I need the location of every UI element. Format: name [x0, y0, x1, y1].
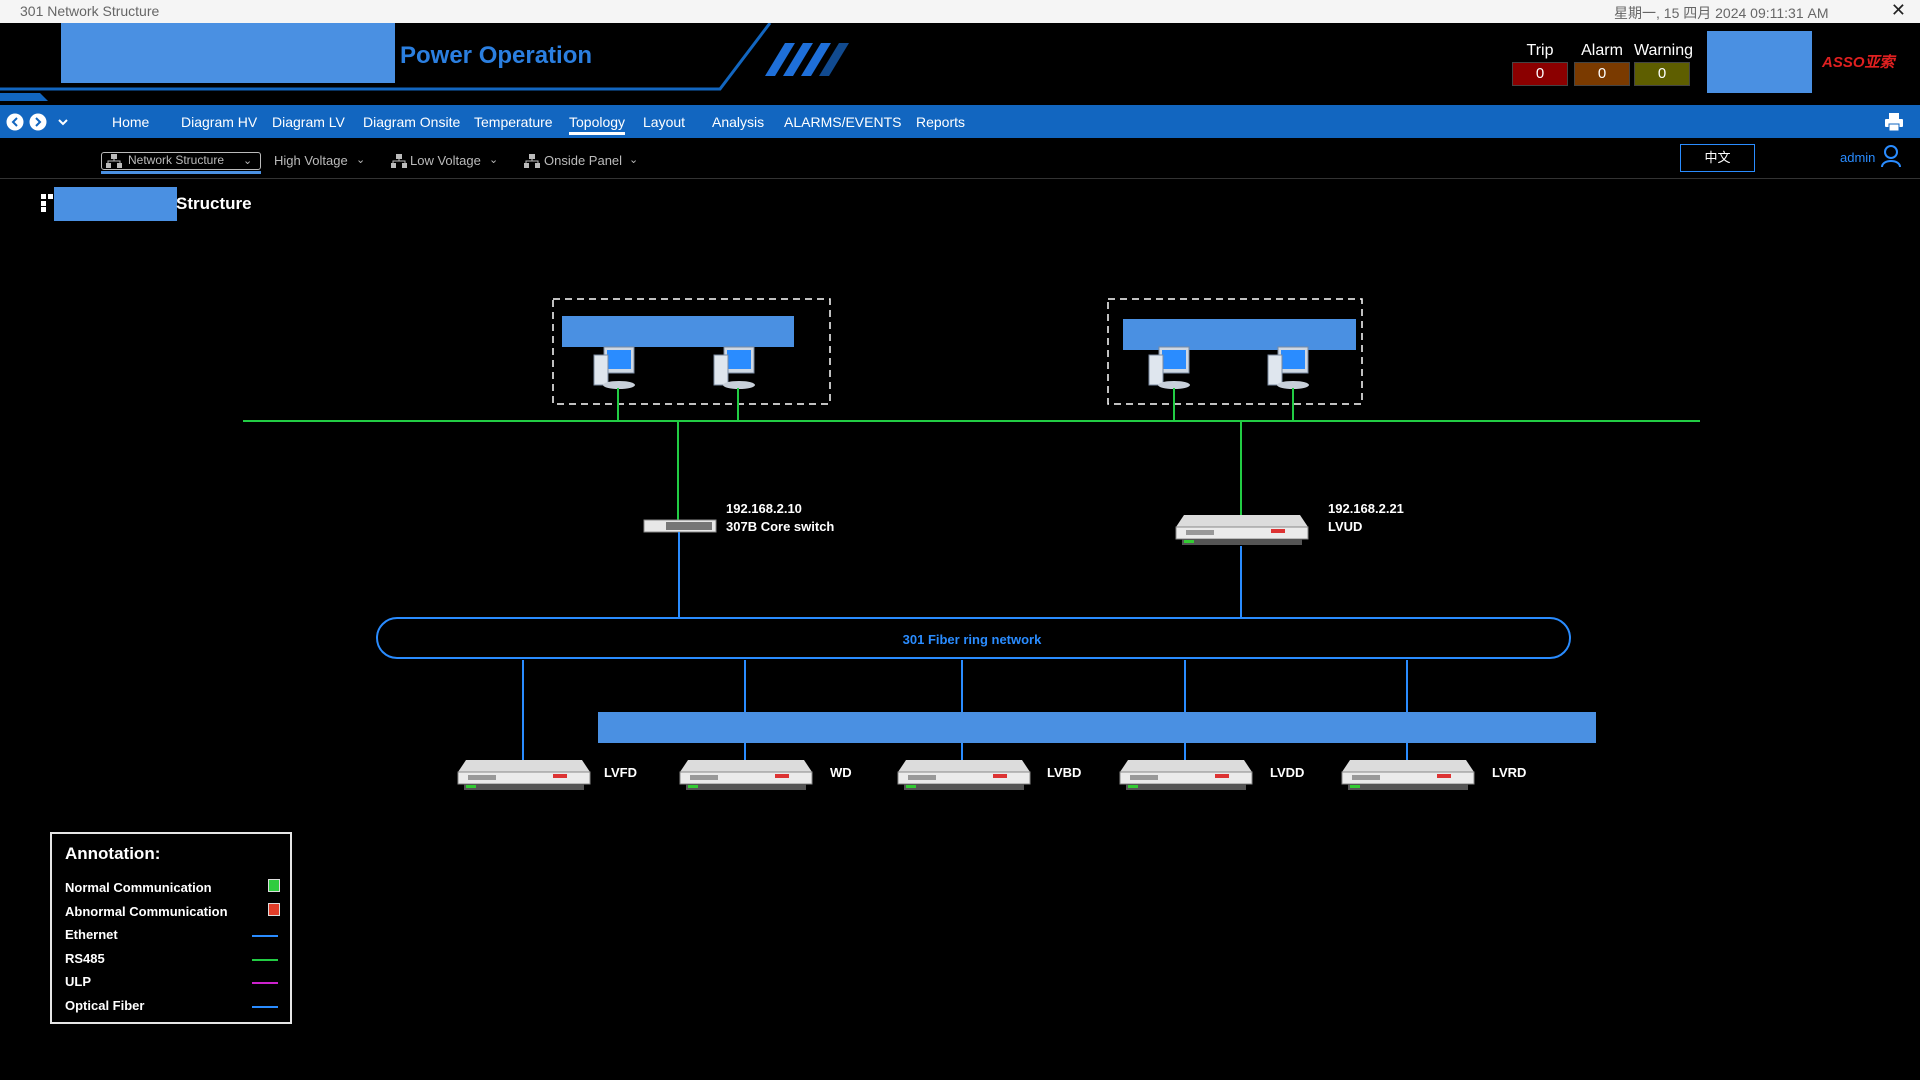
workstation-icon[interactable]	[1148, 346, 1191, 390]
device-label-wd: WD	[830, 765, 852, 780]
lvud-name: LVUD	[1328, 519, 1362, 534]
optical-fiber-swatch	[252, 1006, 278, 1008]
legend-label: Abnormal Communication	[65, 904, 228, 919]
ulp-swatch	[252, 982, 278, 984]
legend-label: RS485	[65, 951, 105, 966]
lvud-ip: 192.168.2.21	[1328, 501, 1404, 516]
device-label-lvdd: LVDD	[1270, 765, 1304, 780]
workstation-icon[interactable]	[593, 346, 636, 390]
redacted-label	[1123, 319, 1356, 350]
lvbd-device-icon[interactable]	[897, 759, 1031, 791]
wd-device-icon[interactable]	[679, 759, 813, 791]
rs485-swatch	[252, 959, 278, 961]
redacted-label	[562, 316, 794, 347]
legend-label: Optical Fiber	[65, 998, 145, 1013]
lvud-device-icon[interactable]	[1175, 514, 1309, 546]
workstation-icon[interactable]	[1267, 346, 1310, 390]
core-switch-ip: 192.168.2.10	[726, 501, 802, 516]
core-switch-icon[interactable]	[643, 519, 717, 533]
lvrd-device-icon[interactable]	[1341, 759, 1475, 791]
legend-title: Annotation:	[65, 844, 161, 863]
legend-label: ULP	[65, 974, 91, 989]
normal-status-swatch	[268, 879, 280, 892]
device-label-lvbd: LVBD	[1047, 765, 1081, 780]
workstation-group-left	[552, 298, 831, 405]
lvfd-device-icon[interactable]	[457, 759, 591, 791]
workstation-icon[interactable]	[713, 346, 756, 390]
device-label-lvrd: LVRD	[1492, 765, 1526, 780]
lvdd-device-icon[interactable]	[1119, 759, 1253, 791]
device-label-lvfd: LVFD	[604, 765, 637, 780]
legend-label: Normal Communication	[65, 880, 212, 895]
legend-panel: Annotation: Normal Communication Abnorma…	[50, 832, 292, 1024]
legend-label: Ethernet	[65, 927, 118, 942]
ring-label: 301 Fiber ring network	[903, 632, 1042, 647]
workstation-group-right	[1107, 298, 1363, 405]
redacted-bar	[598, 712, 1596, 743]
core-switch-name: 307B Core switch	[726, 519, 834, 534]
ethernet-swatch	[252, 935, 278, 937]
abnormal-status-swatch	[268, 903, 280, 916]
